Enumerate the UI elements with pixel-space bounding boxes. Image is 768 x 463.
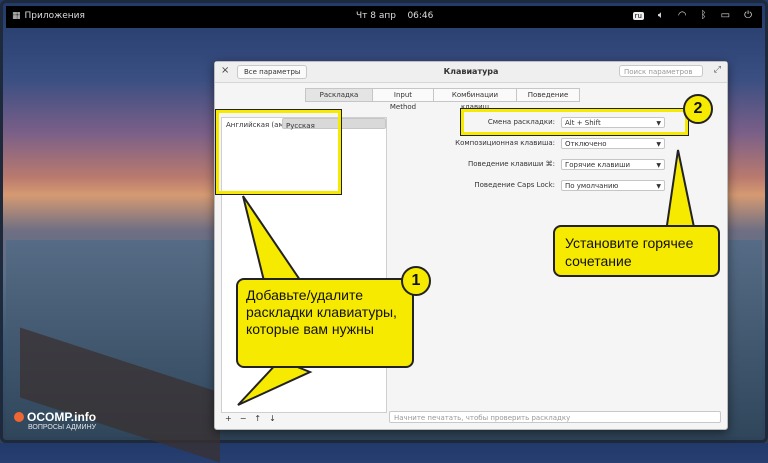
callout-one-badge: 1 xyxy=(401,266,431,296)
watermark-subtitle: ВОПРОСЫ АДМИНУ xyxy=(28,424,97,431)
callout-one-text: Добавьте/удалите раскладки клавиатуры, к… xyxy=(246,287,397,337)
callout-pointers xyxy=(237,149,697,406)
callout-two-pointer xyxy=(664,149,697,233)
callout-two: Установите горячее сочетание xyxy=(553,225,720,277)
callout-one: Добавьте/удалите раскладки клавиатуры, к… xyxy=(236,278,414,368)
callout-two-badge: 2 xyxy=(683,94,713,124)
watermark-title: OCOMP.info xyxy=(14,410,96,424)
watermark-title-text: OCOMP.info xyxy=(27,410,97,424)
watermark: OCOMP.info ВОПРОСЫ АДМИНУ xyxy=(14,410,96,431)
callout-one-pointer-top xyxy=(242,195,302,287)
watermark-logo-icon xyxy=(14,412,24,422)
callout-two-text: Установите горячее сочетание xyxy=(565,235,694,269)
